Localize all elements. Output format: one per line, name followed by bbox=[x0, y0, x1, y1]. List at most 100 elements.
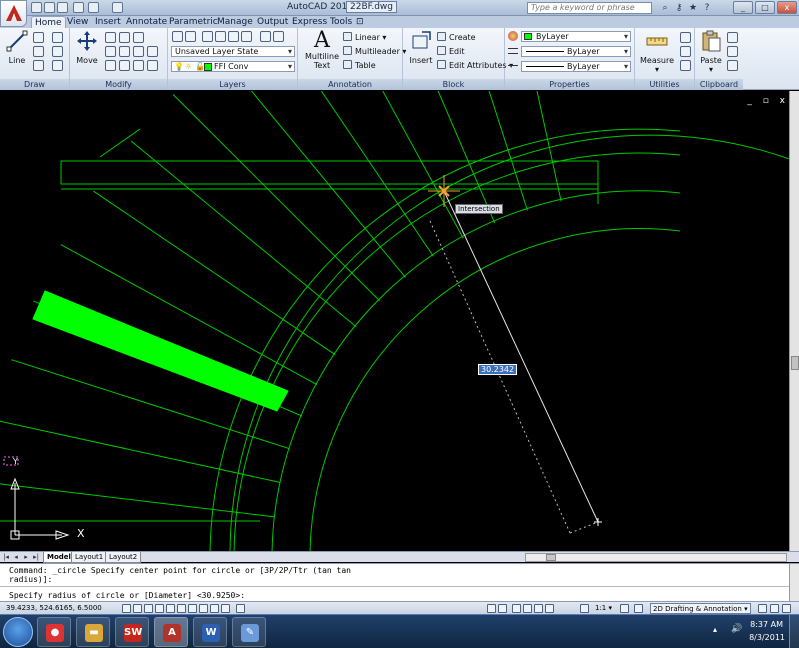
taskbar-app-button[interactable]: A bbox=[154, 617, 188, 647]
hatch-icon[interactable] bbox=[52, 46, 63, 57]
command-scrollbar[interactable] bbox=[789, 564, 799, 602]
search-input[interactable]: Type a keyword or phrase bbox=[527, 2, 652, 14]
clock-time[interactable]: 8:37 AM bbox=[750, 620, 783, 629]
tab-parametric[interactable]: Parametric bbox=[166, 16, 221, 28]
table-button[interactable]: Table bbox=[343, 60, 376, 71]
drawing-area[interactable]: _ ▫ x Intersection 30.2342 X Y bbox=[0, 91, 799, 551]
workspace-switch-icon[interactable] bbox=[634, 604, 643, 613]
workspace-dropdown[interactable]: 2D Drafting & Annotation ▾ bbox=[650, 603, 751, 614]
paste-button[interactable]: Paste ▾ bbox=[697, 30, 725, 74]
showmotion-icon[interactable] bbox=[545, 604, 554, 613]
drawing-slat-line[interactable] bbox=[172, 94, 381, 302]
drawing-arc[interactable] bbox=[271, 190, 681, 551]
application-menu-button[interactable] bbox=[0, 0, 27, 27]
coordinate-display[interactable]: 39.4233, 524.6165, 6.5000 bbox=[6, 604, 102, 612]
edit-block-button[interactable]: Edit bbox=[437, 46, 465, 57]
modify-panel-title[interactable]: Modify bbox=[70, 79, 167, 90]
tab-layout2[interactable]: Layout2 bbox=[105, 552, 142, 563]
search-icon[interactable]: ⌕ bbox=[660, 3, 670, 13]
tab-manage[interactable]: Manage bbox=[214, 16, 256, 28]
cut-icon[interactable] bbox=[727, 32, 738, 43]
layer-match-icon[interactable] bbox=[202, 31, 213, 42]
command-line[interactable]: Command: _circle Specify center point fo… bbox=[0, 563, 799, 602]
match-properties-icon[interactable] bbox=[727, 60, 738, 71]
multileader-button[interactable]: Multileader ▾ bbox=[343, 46, 406, 57]
line-button[interactable]: Line bbox=[4, 30, 30, 65]
move-button[interactable]: Move bbox=[74, 30, 100, 65]
grid-display-icon[interactable] bbox=[133, 604, 142, 613]
pan-icon[interactable] bbox=[512, 604, 521, 613]
layer-unisolate-icon[interactable] bbox=[241, 31, 252, 42]
new-icon[interactable] bbox=[31, 2, 42, 13]
layers-panel-title[interactable]: Layers bbox=[168, 79, 297, 90]
undo-icon[interactable] bbox=[73, 2, 84, 13]
stretch-icon[interactable] bbox=[105, 60, 116, 71]
drawing-large-arc[interactable] bbox=[229, 134, 789, 551]
block-panel-title[interactable]: Block bbox=[403, 79, 504, 90]
tab-layout1[interactable]: Layout1 bbox=[71, 552, 108, 563]
clock-date[interactable]: 8/3/2011 bbox=[749, 633, 785, 642]
layer-off-icon[interactable] bbox=[273, 31, 284, 42]
fillet-icon[interactable] bbox=[133, 46, 144, 57]
scale-icon[interactable] bbox=[119, 60, 130, 71]
taskbar-app-button[interactable]: ✎ bbox=[232, 617, 266, 647]
create-block-button[interactable]: Create bbox=[437, 32, 476, 43]
offset-icon[interactable] bbox=[147, 60, 158, 71]
ribbon-minimize-icon[interactable]: ⊡ bbox=[353, 16, 367, 28]
tab-express-tools[interactable]: Express Tools bbox=[289, 16, 355, 28]
close-button[interactable]: x bbox=[777, 1, 797, 14]
drawing-slat-line[interactable] bbox=[130, 140, 357, 328]
steeringwheel-icon[interactable] bbox=[534, 604, 543, 613]
horizontal-scroll-thumb[interactable] bbox=[546, 554, 556, 561]
annotation-panel-title[interactable]: Annotation bbox=[298, 79, 402, 90]
favorites-icon[interactable]: ★ bbox=[688, 3, 698, 13]
help-icon[interactable]: ? bbox=[702, 3, 712, 13]
drawing-slat-line[interactable] bbox=[0, 420, 281, 483]
layer-state-dropdown[interactable]: Unsaved Layer State bbox=[171, 46, 295, 57]
taskbar-app-button[interactable]: W bbox=[193, 617, 227, 647]
volume-icon[interactable]: 🔊 bbox=[731, 624, 742, 634]
zoom-icon[interactable] bbox=[523, 604, 532, 613]
vertical-scroll-thumb[interactable] bbox=[791, 356, 799, 370]
layer-properties-icon[interactable] bbox=[172, 31, 183, 42]
rotate-icon[interactable] bbox=[105, 32, 116, 43]
snap-mode-icon[interactable] bbox=[122, 604, 131, 613]
color-dropdown[interactable]: ByLayer bbox=[521, 31, 631, 42]
redo-icon[interactable] bbox=[88, 2, 99, 13]
last-layout-icon[interactable]: ▸| bbox=[32, 553, 40, 561]
lock-ui-icon[interactable] bbox=[758, 604, 767, 613]
ellipse-icon[interactable] bbox=[52, 60, 63, 71]
minimize-button[interactable]: _ bbox=[733, 1, 753, 14]
drawing-outer-arc[interactable] bbox=[309, 228, 681, 551]
copy-clip-icon[interactable] bbox=[727, 46, 738, 57]
prev-layout-icon[interactable]: ◂ bbox=[12, 553, 20, 561]
draw-panel-title[interactable]: Draw bbox=[0, 79, 69, 90]
multiline-text-button[interactable]: A Multiline Text bbox=[302, 30, 342, 71]
id-point-icon[interactable] bbox=[680, 46, 691, 57]
taskbar-app-button[interactable]: ● bbox=[37, 617, 71, 647]
measure-dropdown-icon[interactable]: ▾ bbox=[637, 65, 677, 74]
quick-select-icon[interactable] bbox=[680, 32, 691, 43]
insert-block-button[interactable]: Insert bbox=[406, 30, 436, 65]
properties-panel-title[interactable]: Properties bbox=[505, 79, 634, 90]
tab-output[interactable]: Output bbox=[254, 16, 291, 28]
dynamic-input-icon[interactable] bbox=[199, 604, 208, 613]
drawing-slat-line[interactable] bbox=[438, 91, 528, 211]
taskbar-app-button[interactable]: ▬ bbox=[76, 617, 110, 647]
lineweight-toggle-icon[interactable] bbox=[210, 604, 219, 613]
allow-ucs-icon[interactable] bbox=[188, 604, 197, 613]
highlighted-slat[interactable] bbox=[32, 290, 289, 412]
linear-dimension-button[interactable]: Linear ▾ bbox=[343, 32, 386, 43]
annotation-scale-dropdown[interactable]: 1:1 ▾ bbox=[595, 603, 612, 614]
dimension-line[interactable] bbox=[443, 190, 599, 523]
object-snap-icon[interactable] bbox=[166, 604, 175, 613]
tab-home[interactable]: Home bbox=[31, 16, 66, 28]
polyline-icon[interactable] bbox=[33, 32, 44, 43]
measure-button[interactable]: Measure ▾ bbox=[637, 30, 677, 74]
object-snap-tracking-icon[interactable] bbox=[177, 604, 186, 613]
circle-icon[interactable] bbox=[33, 46, 44, 57]
viewport-controls[interactable]: _ ▫ x bbox=[747, 96, 789, 106]
tab-view[interactable]: View bbox=[64, 16, 91, 28]
ortho-mode-icon[interactable] bbox=[144, 604, 153, 613]
quick-view-drawings-icon[interactable] bbox=[498, 604, 507, 613]
